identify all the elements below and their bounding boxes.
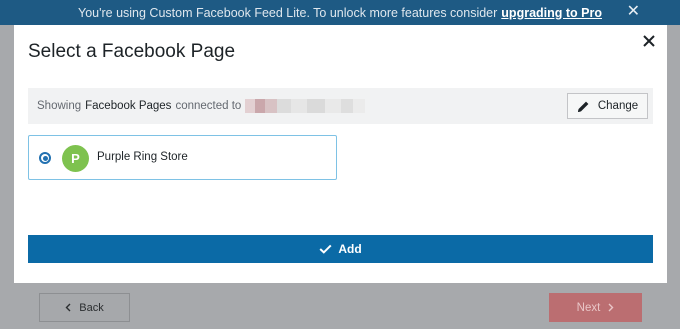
- upgrade-link[interactable]: upgrading to Pro: [501, 6, 602, 20]
- banner-message: You're using Custom Facebook Feed Lite. …: [78, 5, 498, 20]
- info-prefix: Showing: [37, 100, 82, 112]
- chevron-left-icon: [65, 303, 71, 312]
- add-label: Add: [338, 242, 362, 256]
- connected-account-info: Showing Facebook Pages connected to: [28, 88, 653, 124]
- banner-close-icon[interactable]: ✕: [627, 3, 640, 21]
- back-label: Back: [79, 301, 104, 314]
- chevron-right-icon: [608, 303, 614, 312]
- avatar: P: [62, 145, 89, 172]
- info-strong: Facebook Pages: [85, 100, 172, 112]
- close-icon[interactable]: [640, 32, 658, 50]
- upgrade-banner: You're using Custom Facebook Feed Lite. …: [0, 0, 680, 25]
- next-label: Next: [576, 301, 601, 314]
- next-button[interactable]: Next: [549, 293, 642, 322]
- page-name: Purple Ring Store: [97, 151, 188, 163]
- modal-title: Select a Facebook Page: [28, 41, 236, 62]
- redacted-account-name: [245, 99, 366, 113]
- change-button[interactable]: Change: [567, 93, 648, 119]
- page-radio-selected[interactable]: [39, 152, 51, 164]
- checkmark-icon: [319, 244, 332, 254]
- page-option[interactable]: P Purple Ring Store: [28, 135, 337, 180]
- info-suffix: connected to: [175, 100, 242, 112]
- select-page-modal: Select a Facebook Page Showing Facebook …: [14, 25, 667, 283]
- add-button[interactable]: Add: [28, 235, 653, 263]
- pencil-icon: [577, 101, 589, 112]
- change-label: Change: [597, 100, 639, 112]
- back-button[interactable]: Back: [39, 293, 130, 322]
